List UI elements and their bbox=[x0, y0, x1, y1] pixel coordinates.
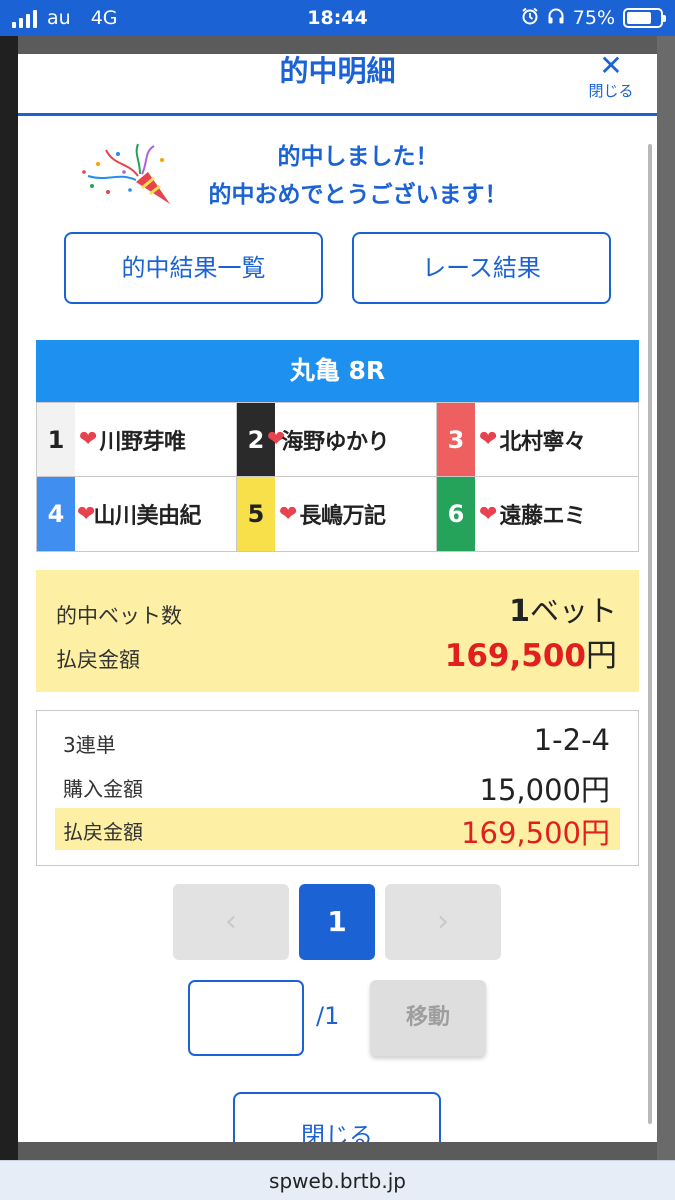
congrats-line-1: 的中しました！ bbox=[277, 144, 439, 170]
congrats-line-2: 的中おめでとうございます！ bbox=[208, 182, 508, 208]
bet-type-row: 3連単 1-2-4 bbox=[55, 721, 620, 763]
url-bar[interactable]: spweb.brtb.jp bbox=[0, 1160, 675, 1200]
payout-total: 169,500円 bbox=[444, 638, 617, 674]
player-number: 1 bbox=[37, 403, 75, 476]
payout-row-amount: 169,500円 bbox=[461, 816, 610, 850]
current-page-button[interactable]: 1 bbox=[299, 884, 375, 960]
race-header: 丸亀 8R bbox=[36, 340, 639, 402]
purchase-row: 購入金額 15,000円 bbox=[55, 765, 620, 807]
payout-row: 払戻金額 169,500円 bbox=[55, 808, 620, 850]
heart-icon[interactable]: ❤ bbox=[479, 427, 497, 452]
heart-icon[interactable]: ❤ bbox=[279, 502, 297, 527]
bet-count-label: 的中ベット数 bbox=[56, 604, 182, 628]
player-number: 4 bbox=[37, 477, 75, 551]
move-button[interactable]: 移動 bbox=[370, 980, 486, 1056]
player-name: 北村寧々 bbox=[499, 429, 586, 455]
purchase-amount: 15,000円 bbox=[479, 773, 610, 807]
modal-header: 的中明細 ✕ 閉じる bbox=[18, 54, 657, 116]
race-result-button[interactable]: レース結果 bbox=[352, 232, 611, 304]
congrats-section: 的中しました！ 的中おめでとうございます！ bbox=[18, 138, 657, 218]
player-name: 遠藤エミ bbox=[499, 504, 586, 529]
bet-combination: 1-2-4 bbox=[533, 723, 610, 757]
purchase-label: 購入金額 bbox=[63, 777, 143, 801]
payout-row-label: 払戻金額 bbox=[63, 820, 143, 844]
next-page-button[interactable]: › bbox=[385, 884, 501, 960]
modal-close-button[interactable]: ✕ 閉じる bbox=[583, 54, 639, 101]
headphones-icon bbox=[547, 7, 565, 30]
player-number: 5 bbox=[237, 477, 275, 551]
player-cell: 3 ❤ 北村寧々 bbox=[437, 403, 638, 477]
bet-count-value: 1ベット bbox=[509, 594, 617, 629]
player-cell: 4 ❤ 山川美由紀 bbox=[37, 477, 237, 551]
pagination: ‹ 1 › bbox=[18, 882, 657, 962]
modal-title: 的中明細 bbox=[279, 54, 396, 88]
bottom-close-button[interactable]: 閉じる bbox=[233, 1092, 441, 1142]
close-icon: ✕ bbox=[599, 54, 623, 82]
battery-icon bbox=[623, 8, 666, 28]
alarm-icon bbox=[521, 7, 539, 30]
prev-page-button[interactable]: ‹ bbox=[173, 884, 289, 960]
bet-type: 3連単 bbox=[63, 733, 116, 757]
close-label: 閉じる bbox=[588, 82, 634, 100]
party-popper-icon bbox=[82, 143, 170, 204]
player-cell: 5 ❤ 長嶋万記 bbox=[237, 477, 437, 551]
payout-label: 払戻金額 bbox=[56, 648, 140, 672]
player-cell: 1 ❤ 川野芽唯 bbox=[37, 403, 237, 477]
player-name: 川野芽唯 bbox=[99, 429, 186, 455]
player-name: 山川美由紀 bbox=[93, 504, 201, 529]
battery-percent: 75% bbox=[572, 7, 615, 29]
total-pages: /1 bbox=[316, 1002, 340, 1030]
page-jump: /1 移動 bbox=[18, 978, 657, 1058]
hit-summary: 的中ベット数 1ベット 払戻金額 169,500円 bbox=[36, 570, 639, 692]
player-cell: 6 ❤ 遠藤エミ bbox=[437, 477, 638, 551]
player-number: 6 bbox=[437, 477, 475, 551]
player-cell: 2 ❤ 海野ゆかり bbox=[237, 403, 437, 477]
scrollbar[interactable] bbox=[648, 144, 652, 1124]
player-name: 長嶋万記 bbox=[299, 504, 386, 529]
player-number: 3 bbox=[437, 403, 475, 476]
player-name: 海野ゆかり bbox=[281, 429, 389, 455]
page-number-input[interactable] bbox=[188, 980, 304, 1056]
heart-icon[interactable]: ❤ bbox=[79, 427, 97, 452]
hit-detail-modal: 的中明細 ✕ 閉じる 的中しました！ 的中おめでとうございます！ 的中結果一覧 … bbox=[18, 54, 657, 1142]
bet-detail-card: 3連単 1-2-4 購入金額 15,000円 払戻金額 169,500円 bbox=[36, 710, 639, 866]
player-grid: 1 ❤ 川野芽唯 2 ❤ 海野ゆかり 3 ❤ 北村寧々 4 ❤ 山川美由紀 5 … bbox=[36, 402, 639, 552]
hit-list-button[interactable]: 的中結果一覧 bbox=[64, 232, 323, 304]
status-bar: au 4G 18:44 75% bbox=[0, 0, 675, 36]
heart-icon[interactable]: ❤ bbox=[479, 502, 497, 527]
